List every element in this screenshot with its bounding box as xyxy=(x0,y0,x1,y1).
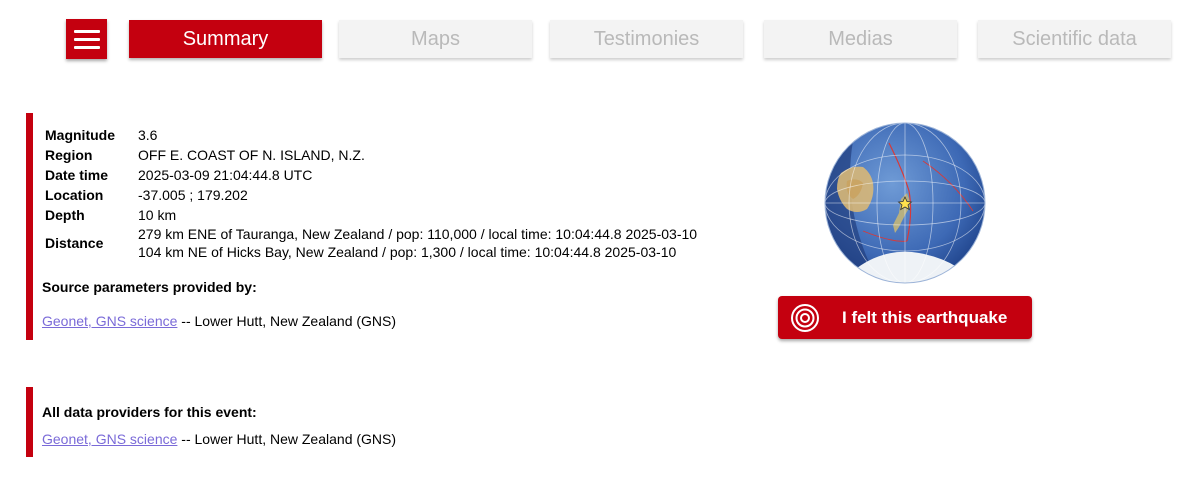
distance-line-2: 104 km NE of Hicks Bay, New Zealand / po… xyxy=(138,244,677,260)
row-date-time: Date time 2025-03-09 21:04:44.8 UTC xyxy=(45,165,697,185)
source-provider: Geonet, GNS science -- Lower Hutt, New Z… xyxy=(42,313,396,329)
row-location: Location -37.005 ; 179.202 xyxy=(45,185,697,205)
providers-panel: All data providers for this event: Geone… xyxy=(26,387,746,457)
providers-provider-link[interactable]: Geonet, GNS science xyxy=(42,431,177,447)
concentric-circles-icon xyxy=(790,303,820,333)
event-info-table: Magnitude 3.6 Region OFF E. COAST OF N. … xyxy=(45,125,697,261)
row-magnitude: Magnitude 3.6 xyxy=(45,125,697,145)
distance-value: 279 km ENE of Tauranga, New Zealand / po… xyxy=(138,225,697,261)
tab-testimonies[interactable]: Testimonies xyxy=(550,20,743,58)
location-value: -37.005 ; 179.202 xyxy=(138,187,248,203)
region-value: OFF E. COAST OF N. ISLAND, N.Z. xyxy=(138,147,365,163)
date-time-label: Date time xyxy=(45,167,109,183)
providers-title: All data providers for this event: xyxy=(42,404,257,420)
row-distance: Distance 279 km ENE of Tauranga, New Zea… xyxy=(45,225,697,261)
hamburger-menu-icon[interactable] xyxy=(66,19,107,59)
magnitude-value: 3.6 xyxy=(138,127,158,143)
felt-earthquake-button[interactable]: I felt this earthquake xyxy=(778,296,1032,339)
depth-value: 10 km xyxy=(138,207,177,223)
source-title: Source parameters provided by: xyxy=(42,279,257,295)
providers-provider-suffix: -- Lower Hutt, New Zealand (GNS) xyxy=(177,431,397,447)
row-region: Region OFF E. COAST OF N. ISLAND, N.Z. xyxy=(45,145,697,165)
tab-maps[interactable]: Maps xyxy=(339,20,532,58)
tab-medias[interactable]: Medias xyxy=(764,20,957,58)
source-provider-link[interactable]: Geonet, GNS science xyxy=(42,313,177,329)
globe-map-icon[interactable] xyxy=(823,121,987,285)
distance-label: Distance xyxy=(45,235,104,251)
tab-scientific-data[interactable]: Scientific data xyxy=(978,20,1171,58)
providers-provider: Geonet, GNS science -- Lower Hutt, New Z… xyxy=(42,431,396,447)
date-time-value: 2025-03-09 21:04:44.8 UTC xyxy=(138,167,313,183)
tab-summary[interactable]: Summary xyxy=(129,20,322,58)
row-depth: Depth 10 km xyxy=(45,205,697,225)
event-summary-panel: Magnitude 3.6 Region OFF E. COAST OF N. … xyxy=(26,113,746,340)
source-provider-suffix: -- Lower Hutt, New Zealand (GNS) xyxy=(177,313,397,329)
felt-earthquake-label: I felt this earthquake xyxy=(842,307,1008,327)
location-label: Location xyxy=(45,187,104,203)
distance-line-1: 279 km ENE of Tauranga, New Zealand / po… xyxy=(138,226,698,242)
magnitude-label: Magnitude xyxy=(45,127,115,143)
region-label: Region xyxy=(45,147,93,163)
depth-label: Depth xyxy=(45,207,85,223)
